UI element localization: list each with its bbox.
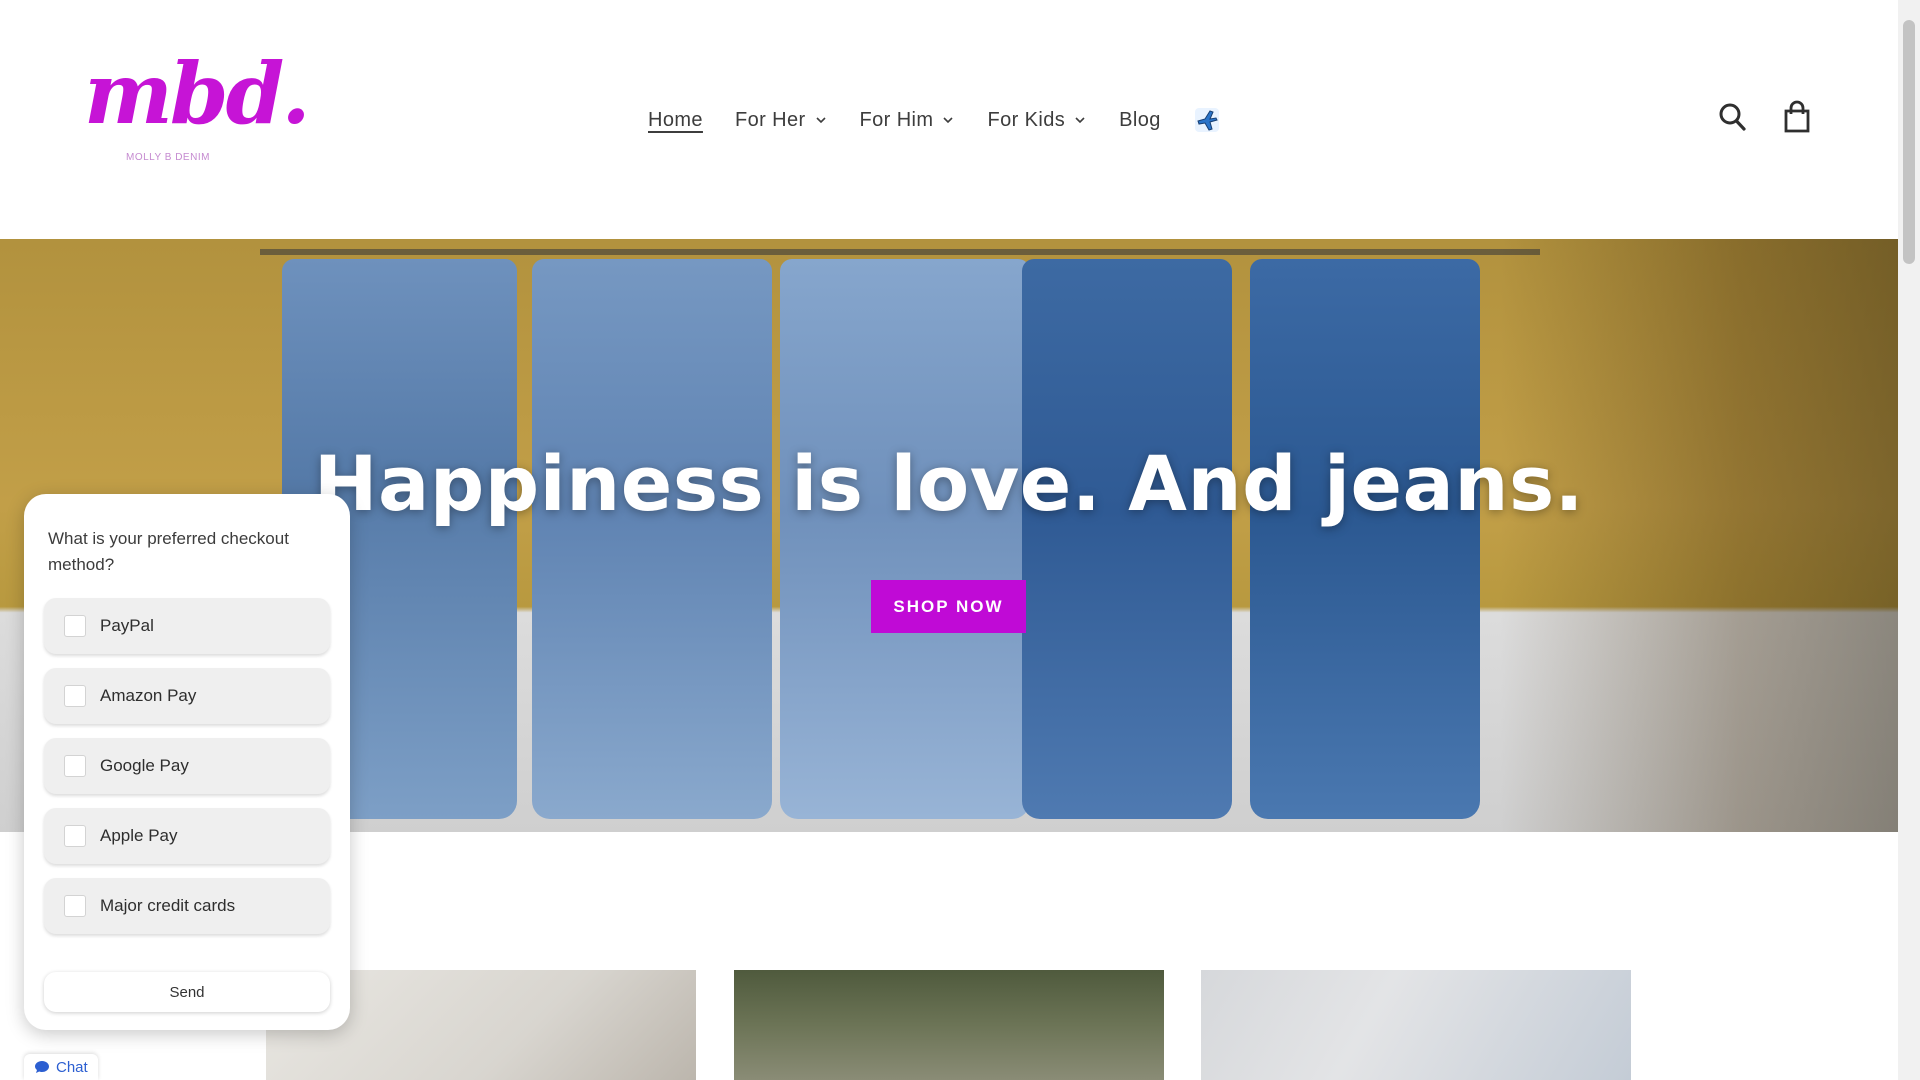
collection-card-kids[interactable] [1201, 970, 1631, 1080]
checkbox[interactable] [64, 825, 86, 847]
survey-option-label: Major credit cards [100, 896, 236, 915]
scrollbar-thumb[interactable] [1903, 20, 1915, 264]
hero-jeans-image [532, 259, 772, 819]
chat-bubble-icon [35, 1061, 49, 1073]
search-icon[interactable] [1718, 100, 1748, 134]
clothesline [260, 249, 1540, 255]
hero-jeans-image [780, 259, 1030, 819]
nav-item-label: For Her [734, 108, 806, 131]
nav-item-for-her[interactable]: For Her [735, 109, 828, 132]
nav-item-travel[interactable] [1193, 106, 1221, 134]
survey-option-label: PayPal [100, 616, 154, 635]
page-scrollbar[interactable] [1898, 0, 1920, 1080]
hero-shadow [1500, 239, 1898, 832]
nav-item-label: For Him [859, 108, 934, 131]
hero-jeans-image [1250, 259, 1480, 819]
chevron-down-icon [943, 117, 954, 124]
survey-option-paypal[interactable]: PayPal [44, 598, 330, 654]
chat-button[interactable]: Chat [24, 1054, 98, 1080]
chevron-down-icon [815, 117, 826, 124]
logo-subtitle: MOLLY B DENIM [126, 152, 210, 163]
logo[interactable]: mbd. MOLLY B DENIM [84, 52, 311, 172]
nav-item-for-kids[interactable]: For Kids [987, 109, 1087, 132]
survey-question: What is your preferred checkout method? [48, 529, 289, 574]
checkbox[interactable] [64, 755, 86, 777]
checkbox[interactable] [64, 615, 86, 637]
survey-option-label: Google Pay [100, 756, 189, 775]
nav-item-label: For Kids [987, 108, 1066, 131]
survey-option-label: Amazon Pay [100, 686, 197, 705]
nav-item-home[interactable]: Home [648, 109, 703, 132]
survey-option-apple-pay[interactable]: Apple Pay [44, 808, 330, 864]
checkbox[interactable] [64, 685, 86, 707]
shop-now-button[interactable]: SHOP NOW [871, 580, 1026, 633]
nav-item-for-him[interactable]: For Him [860, 109, 956, 132]
hero-jeans-image [1022, 259, 1232, 819]
checkout-survey-popup: What is your preferred checkout method? … [24, 494, 350, 1030]
survey-option-google-pay[interactable]: Google Pay [44, 738, 330, 794]
logo-wordmark: mbd. [84, 44, 311, 143]
checkbox[interactable] [64, 895, 86, 917]
chevron-down-icon [1075, 117, 1085, 124]
header-actions [1718, 100, 1812, 134]
survey-option-credit-cards[interactable]: Major credit cards [44, 878, 330, 934]
survey-option-label: Apple Pay [100, 826, 178, 845]
nav-item-label: Home [648, 108, 703, 131]
site-header: mbd. MOLLY B DENIM Home For Her For Him … [0, 0, 1898, 239]
survey-option-amazon-pay[interactable]: Amazon Pay [44, 668, 330, 724]
cart-icon[interactable] [1782, 100, 1812, 134]
collection-card-him[interactable] [734, 970, 1164, 1080]
chat-label: Chat [56, 1058, 88, 1076]
airplane-icon [1194, 108, 1219, 132]
nav-item-blog[interactable]: Blog [1119, 109, 1161, 132]
survey-send-button[interactable]: Send [44, 972, 330, 1012]
nav-item-label: Blog [1119, 108, 1161, 131]
main-nav: Home For Her For Him For Kids Blog [648, 100, 1221, 140]
